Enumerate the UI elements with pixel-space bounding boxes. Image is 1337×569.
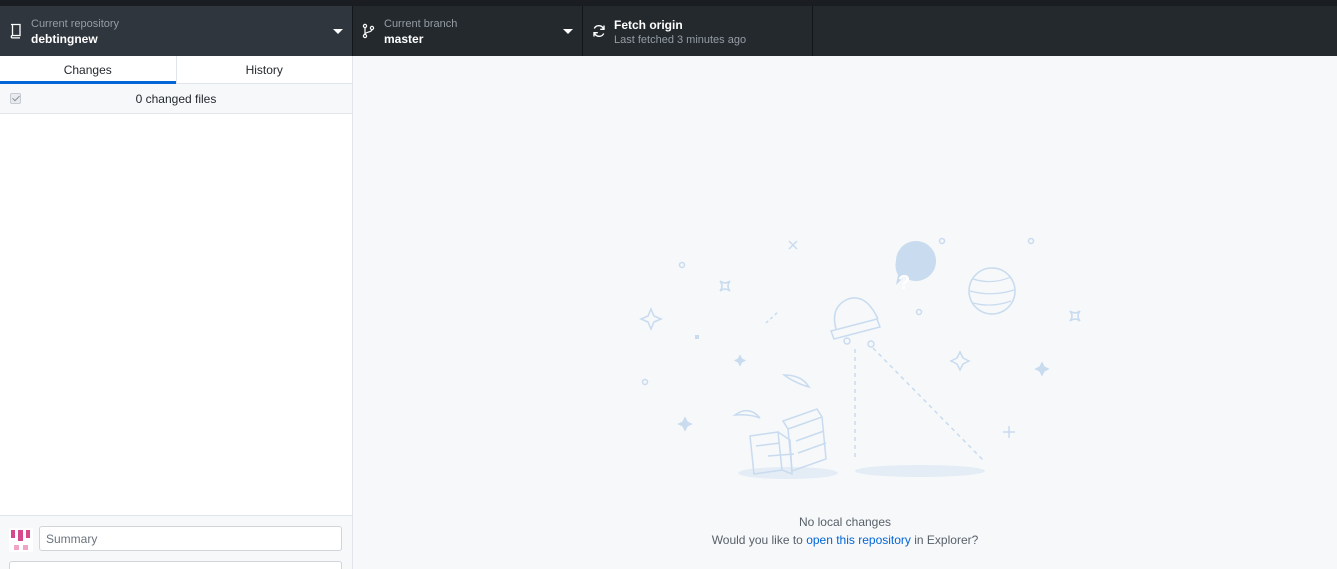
avatar	[9, 528, 33, 552]
commit-description-field[interactable]	[9, 561, 342, 569]
commit-message-area	[0, 515, 352, 569]
main-panel: ? No local changes Would you like to ope…	[353, 56, 1337, 569]
branch-name: master	[384, 32, 424, 46]
no-changes-message: Would you like to open this repository i…	[353, 533, 1337, 547]
changed-files-header: 0 changed files	[0, 84, 352, 114]
select-all-checkbox[interactable]	[10, 93, 21, 104]
repository-label: Current repository	[31, 18, 120, 30]
chevron-down-icon	[333, 29, 343, 34]
no-changes-title: No local changes	[798, 515, 892, 529]
fetch-origin-button[interactable]: Fetch origin Last fetched 3 minutes ago	[583, 6, 813, 56]
branch-icon	[362, 23, 375, 39]
toolbar: Current repository debtingnew Current br…	[0, 6, 1337, 56]
branch-selector[interactable]: Current branch master	[353, 6, 583, 56]
tab-changes[interactable]: Changes	[0, 56, 176, 84]
repository-name: debtingnew	[31, 32, 98, 46]
branch-label: Current branch	[384, 18, 458, 30]
tab-history[interactable]: History	[175, 56, 353, 83]
sync-icon	[593, 25, 605, 37]
no-changes-illustration: ?	[639, 237, 1081, 479]
commit-summary-input[interactable]	[39, 526, 342, 551]
message-prefix: Would you like to	[711, 533, 807, 547]
repo-icon	[10, 23, 21, 39]
fetch-label: Fetch origin	[614, 18, 683, 32]
sidebar: Changes History 0 changed files	[0, 56, 353, 569]
tab-bar: Changes History	[0, 56, 352, 84]
fetch-status: Last fetched 3 minutes ago	[614, 34, 747, 46]
open-repository-link[interactable]: open this repository	[806, 533, 911, 547]
chevron-down-icon	[563, 29, 573, 34]
repository-selector[interactable]: Current repository debtingnew	[0, 6, 353, 56]
message-suffix: in Explorer?	[910, 533, 979, 547]
changed-files-count: 0 changed files	[135, 92, 217, 106]
svg-text:?: ?	[898, 272, 910, 294]
